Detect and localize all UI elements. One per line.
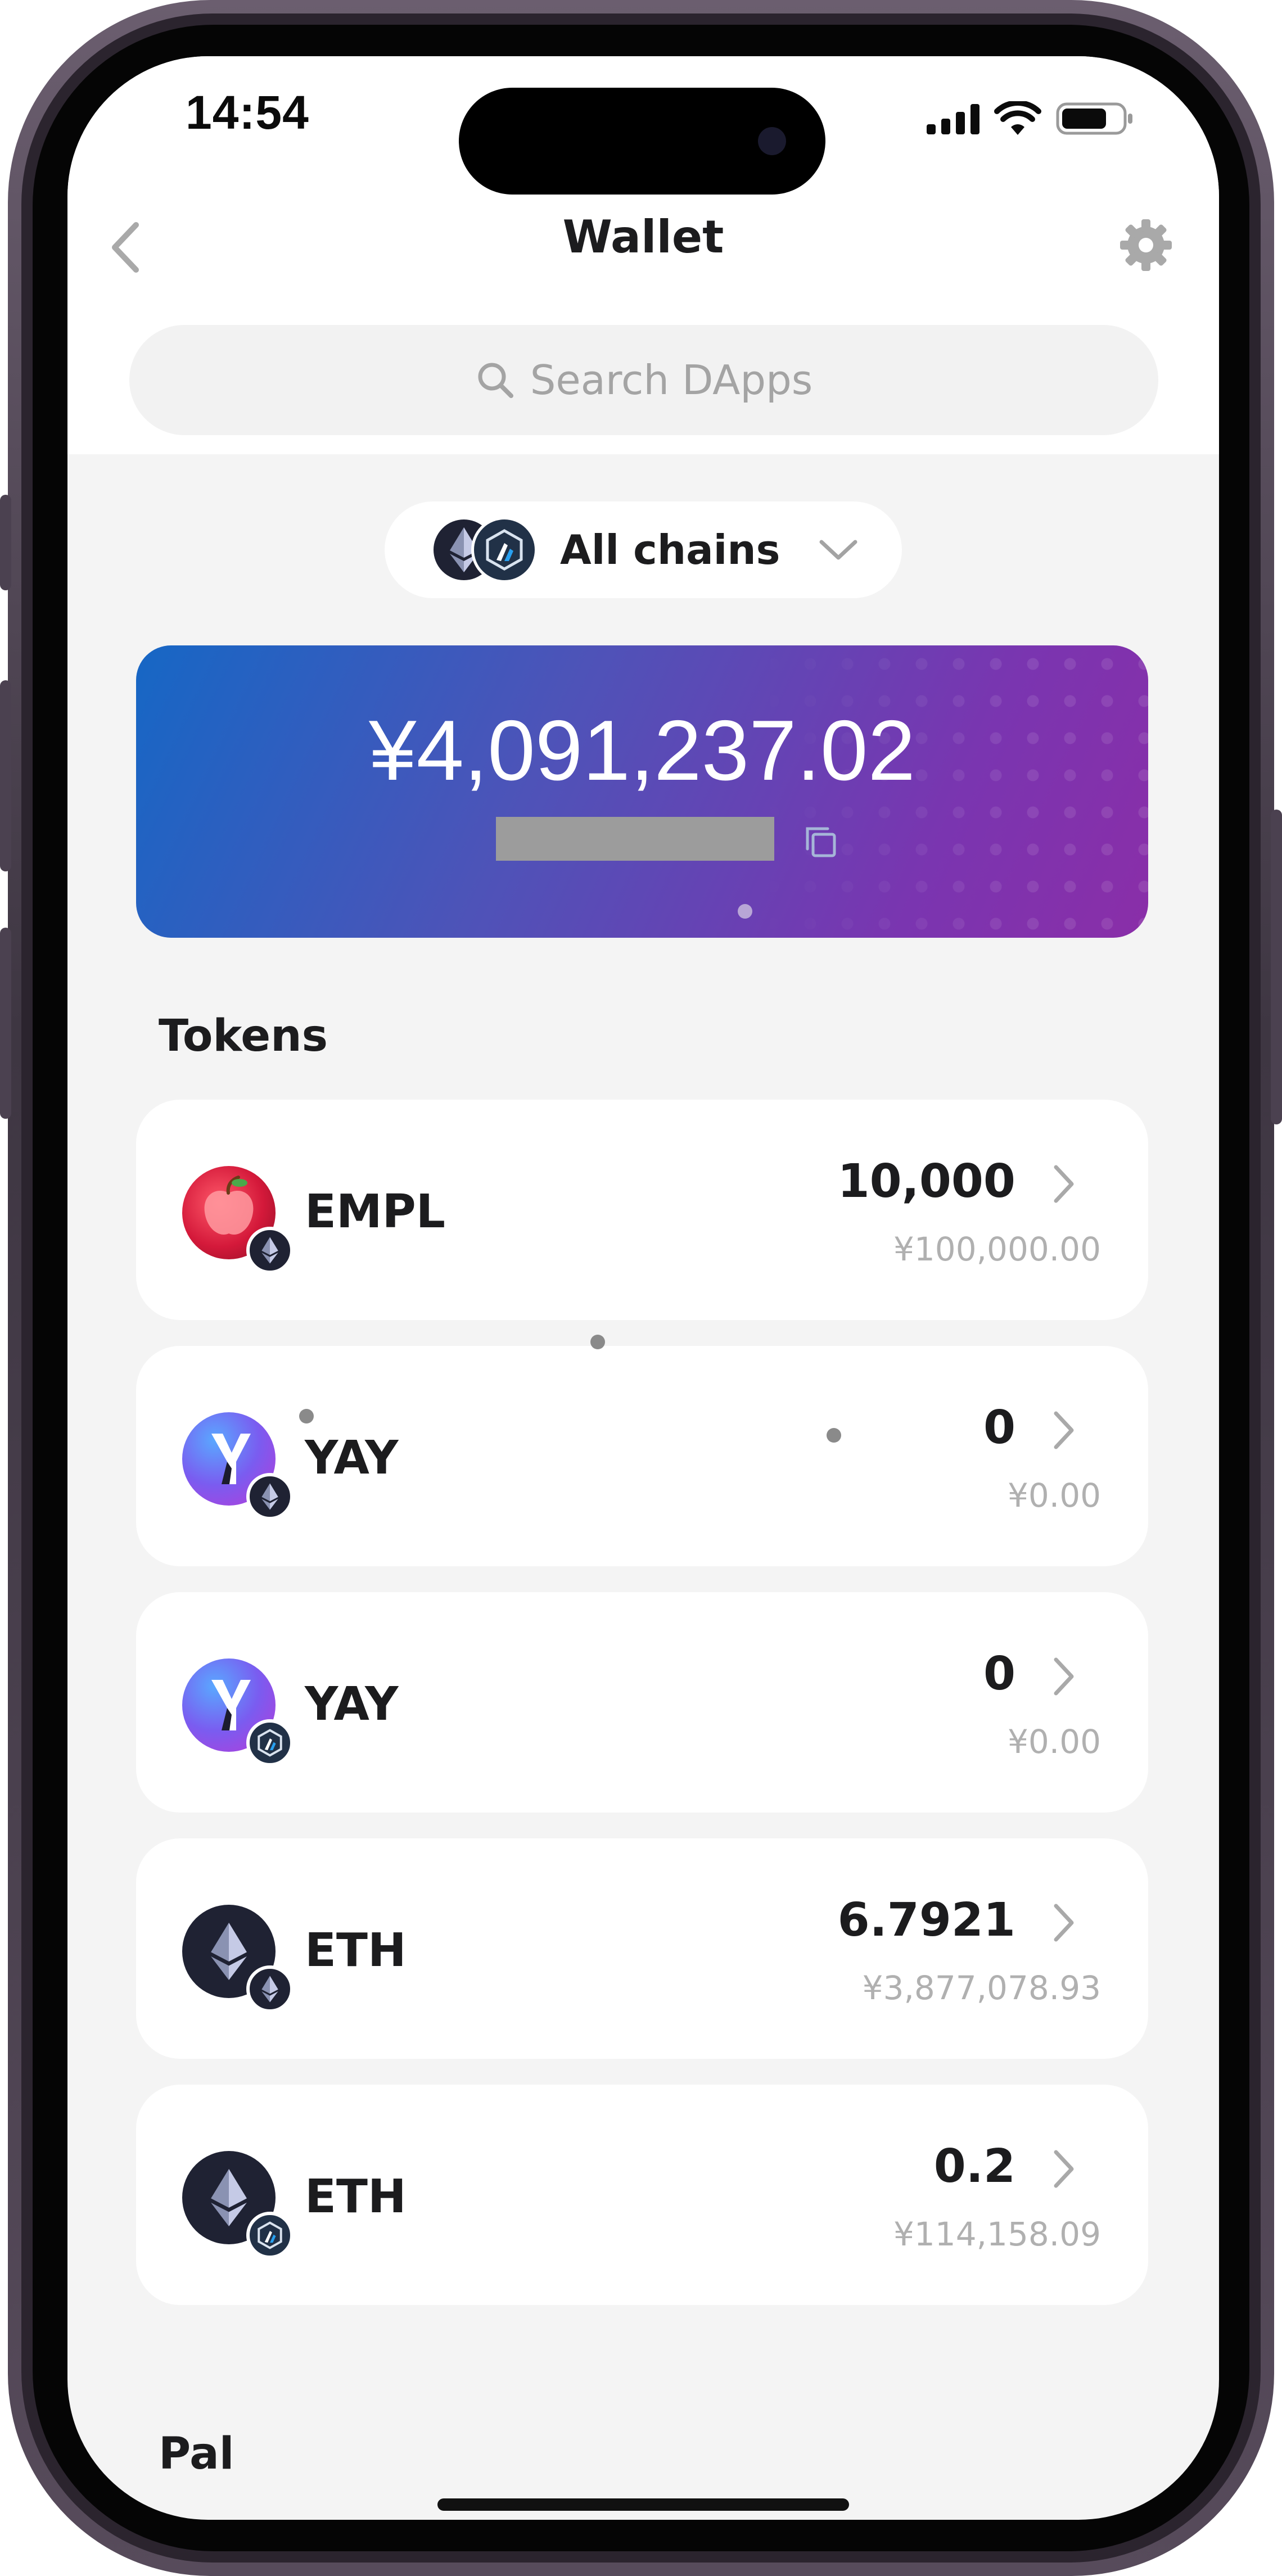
search-icon	[478, 363, 513, 398]
front-camera	[758, 127, 786, 155]
copy-icon[interactable]	[803, 824, 838, 859]
token-amount: 6.7921	[837, 1893, 1015, 1947]
token-fiat-value: ¥100,000.00	[893, 1230, 1101, 1268]
touch-indicator-dot	[827, 1428, 841, 1443]
tokens-section-title: Tokens	[159, 1011, 328, 1061]
token-fiat-value: ¥114,158.09	[893, 2215, 1101, 2253]
chevron-right-icon	[1054, 2150, 1074, 2188]
gear-icon	[1120, 219, 1172, 271]
touch-indicator-dot	[299, 1409, 314, 1423]
chevron-right-icon	[1054, 1411, 1074, 1449]
header-area: 14:54 Wallet Search DApps	[67, 56, 1219, 454]
token-fiat-value: ¥3,877,078.93	[862, 1969, 1101, 2007]
token-amount: 0.2	[933, 2140, 1015, 2193]
arbitrum-badge-icon	[246, 2212, 294, 2259]
action-button	[0, 495, 11, 590]
ethereum-badge-icon	[246, 1227, 294, 1274]
token-amount: 0	[983, 1401, 1015, 1454]
chevron-right-icon	[1054, 1657, 1074, 1696]
battery-icon	[1056, 102, 1132, 135]
token-fiat-value: ¥0.00	[1007, 1476, 1101, 1515]
pal-section-title: Pal	[159, 2429, 234, 2479]
cellular-signal-icon	[927, 103, 979, 134]
chevron-down-icon	[819, 540, 857, 560]
settings-button[interactable]	[1118, 217, 1174, 273]
arbitrum-icon	[471, 517, 538, 583]
wallet-address-redacted	[496, 817, 774, 861]
token-symbol: ETH	[305, 1924, 407, 1977]
chain-selector[interactable]: All chains	[385, 501, 902, 598]
volume-up-button	[0, 680, 11, 871]
ethereum-badge-icon	[246, 1473, 294, 1520]
search-placeholder: Search DApps	[530, 356, 813, 404]
page-title: Wallet	[562, 211, 724, 263]
touch-indicator-dot	[590, 1335, 605, 1349]
token-amount: 0	[983, 1647, 1015, 1701]
token-row-yay[interactable]: YAY 0 ¥0.00	[136, 1346, 1148, 1566]
power-button	[1271, 810, 1282, 1124]
arbitrum-badge-icon	[246, 1719, 294, 1766]
token-fiat-value: ¥0.00	[1007, 1723, 1101, 1761]
total-balance: ¥4,091,237.02	[368, 703, 916, 798]
status-time: 14:54	[186, 86, 309, 139]
chain-icons	[431, 517, 538, 583]
token-symbol: EMPL	[305, 1185, 445, 1239]
token-row-eth-arbitrum[interactable]: ETH 0.2 ¥114,158.09	[136, 2085, 1148, 2305]
token-row-eth[interactable]: ETH 6.7921 ¥3,877,078.93	[136, 1838, 1148, 2059]
ethereum-badge-icon	[246, 1965, 294, 2013]
dynamic-island	[459, 88, 825, 195]
status-icons	[927, 101, 1135, 136]
token-row-empl[interactable]: EMPL 10,000 ¥100,000.00	[136, 1100, 1148, 1320]
chevron-right-icon	[1054, 1165, 1074, 1203]
home-indicator[interactable]	[437, 2498, 849, 2511]
token-symbol: ETH	[305, 2170, 407, 2224]
token-symbol: YAY	[305, 1678, 399, 1731]
volume-down-button	[0, 928, 11, 1119]
screen: 14:54 Wallet Search DApps All chains ¥4,…	[67, 56, 1219, 2520]
token-symbol: YAY	[305, 1431, 399, 1485]
search-input[interactable]: Search DApps	[129, 325, 1158, 435]
balance-card[interactable]: ¥4,091,237.02	[136, 645, 1148, 938]
chain-selector-label: All chains	[560, 526, 780, 573]
token-row-yay-arbitrum[interactable]: YAY 0 ¥0.00	[136, 1592, 1148, 1813]
wifi-icon	[994, 101, 1041, 135]
chevron-right-icon	[1054, 1904, 1074, 1942]
card-page-indicator	[738, 904, 752, 919]
token-amount: 10,000	[837, 1155, 1015, 1208]
